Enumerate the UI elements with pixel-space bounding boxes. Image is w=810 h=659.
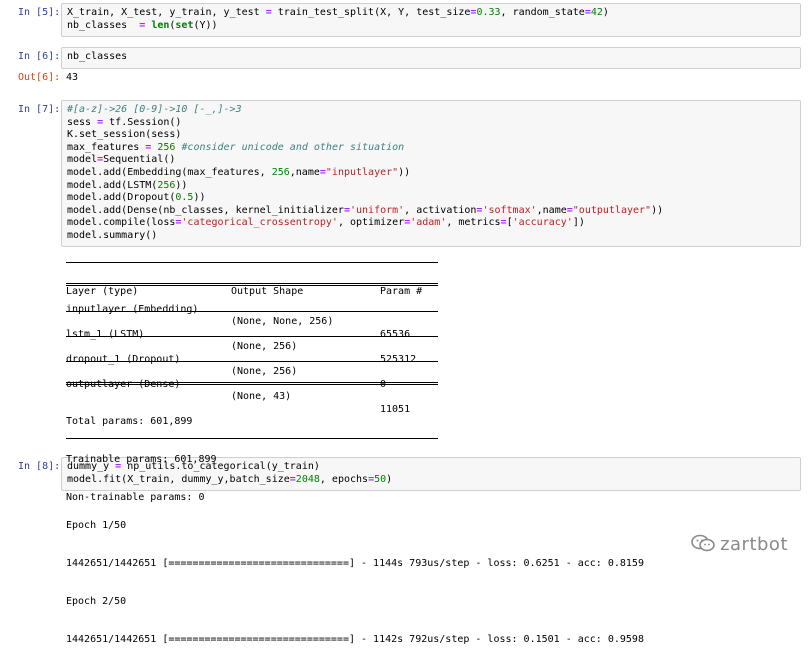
cell-7-prompt: In [7]: [18,104,61,115]
code-token: 'accuracy' [512,217,573,229]
code-line: #[a-z]->26 [0-9]->10 [-_,]->3 [67,104,800,117]
code-token: 0.5 [175,192,194,204]
code-token: ) [386,473,393,485]
code-token: 'uniform' [349,204,405,216]
code-token: 256 [157,141,176,153]
epoch-line: Epoch 2/50 [66,595,127,607]
code-token: X_train, X_test, y_train, y_test [67,7,266,18]
code-token: , epochs [319,473,369,485]
code-token: "outputlayer" [572,204,652,216]
code-cell-6[interactable]: nb_classes [61,47,801,69]
code-token: nb_classes [67,19,140,31]
code-token: sess [67,116,98,128]
code-token: ) [602,7,609,18]
code-token: 42 [590,7,603,18]
code-token: , random_state [500,7,585,18]
code-token: 50 [374,473,387,485]
out-6-prompt: Out[6]: [18,72,61,83]
code-token: 256 [157,179,176,191]
code-token: train_test_split(X, Y, test_size [271,7,471,18]
code-line: model.add(Dropout(0.5)) [67,192,800,205]
code-token: ,name [289,166,320,178]
code-token: )) [398,166,411,178]
summary-layer: inputlayer (Embedding) [66,303,199,315]
code-token: tf.Session() [103,116,182,128]
summary-layer: dropout_1 (Dropout) [66,353,181,365]
code-token: , metrics [446,217,501,229]
total-params: Total params: 601,899 [66,416,193,428]
code-token: #consider unicode and other situation [181,141,405,153]
code-line: model.compile(loss='categorical_crossent… [67,217,800,230]
epoch-line: Epoch 1/50 [66,520,127,532]
cell-8-prompt: In [8]: [18,461,61,472]
watermark-text: zartbot [720,534,788,555]
code-line: sess = tf.Session() [67,117,800,130]
code-token: model.add(Dense(nb_classes, kernel_initi… [67,204,344,216]
summary-rule-eq [66,283,438,286]
code-token: )) [175,179,188,191]
code-token: K.set_session(sess) [67,129,182,141]
code-token: model.compile(loss [67,217,176,229]
progress-line: 1442651/1442651 [=======================… [66,557,644,569]
code-token: model.add(Dropout( [67,192,176,204]
code-token: (Y)) [193,19,218,31]
code-token: )) [651,204,664,216]
code-token: , activation [404,204,477,216]
wechat-icon [690,534,716,552]
trainable-params: Trainable params: 601,899 [66,453,217,465]
code-line: model.add(LSTM(256)) [67,180,800,193]
code-line: model.add(Dense(nb_classes, kernel_initi… [67,205,800,218]
summary-shape: (None, 43) [231,391,292,403]
code-line: model=Sequential() [67,154,800,167]
code-line: model.add(Embedding(max_features, 256,na… [67,167,800,180]
code-token: max_features [67,141,146,153]
code-token: ]) [572,217,585,229]
code-line: max_features = 256 #consider unicode and… [67,142,800,155]
code-line: K.set_session(sess) [67,129,800,142]
code-token: Sequential() [103,154,176,166]
progress-line: 1442651/1442651 [=======================… [66,633,644,645]
training-log: Epoch 1/50 1442651/1442651 [============… [66,495,644,659]
summary-rule-bottom [66,438,438,439]
code-token: model [67,154,98,166]
code-token: #[a-z]->26 [0-9]->10 [-_,]->3 [67,104,242,115]
code-token: , optimizer [337,217,405,229]
summary-params: 11051 [380,403,411,415]
summary-layer: lstm_1 (LSTM) [66,328,145,340]
summary-rule [66,311,438,312]
code-token: ,name [536,204,567,216]
code-token: 2048 [295,473,320,485]
summary-rule-top [66,262,438,263]
summary-rule-eq [66,382,438,385]
code-line: model.summary() [67,230,800,243]
code-token: 'adam' [410,217,447,229]
code-line: nb_classes [67,51,800,64]
cell-5-prompt: In [5]: [18,7,61,18]
code-token: 0.33 [476,7,501,18]
code-line: X_train, X_test, y_train, y_test = train… [67,7,800,20]
code-token: model.summary() [67,229,158,241]
code-line: nb_classes = len(set(Y)) [67,20,800,33]
code-token: model.add(Embedding(max_features, [67,166,272,178]
code-token: model.add(LSTM( [67,179,158,191]
code-token: 'softmax' [482,204,537,216]
code-cell-5[interactable]: X_train, X_test, y_train, y_test = train… [61,3,801,37]
code-token: 256 [271,166,290,178]
summary-rule [66,336,438,337]
code-cell-7[interactable]: #[a-z]->26 [0-9]->10 [-_,]->3sess = tf.S… [61,100,801,247]
code-token: len [151,19,170,31]
out-6-value: 43 [66,72,79,83]
code-token: nb_classes [67,51,128,62]
cell-6-prompt: In [6]: [18,51,61,62]
code-token: set [175,19,194,31]
code-token: )) [193,192,206,204]
code-token: "inputlayer" [325,166,399,178]
code-token: 'categorical_crossentropy' [181,217,338,229]
watermark: zartbot [690,534,788,555]
summary-rule [66,361,438,362]
